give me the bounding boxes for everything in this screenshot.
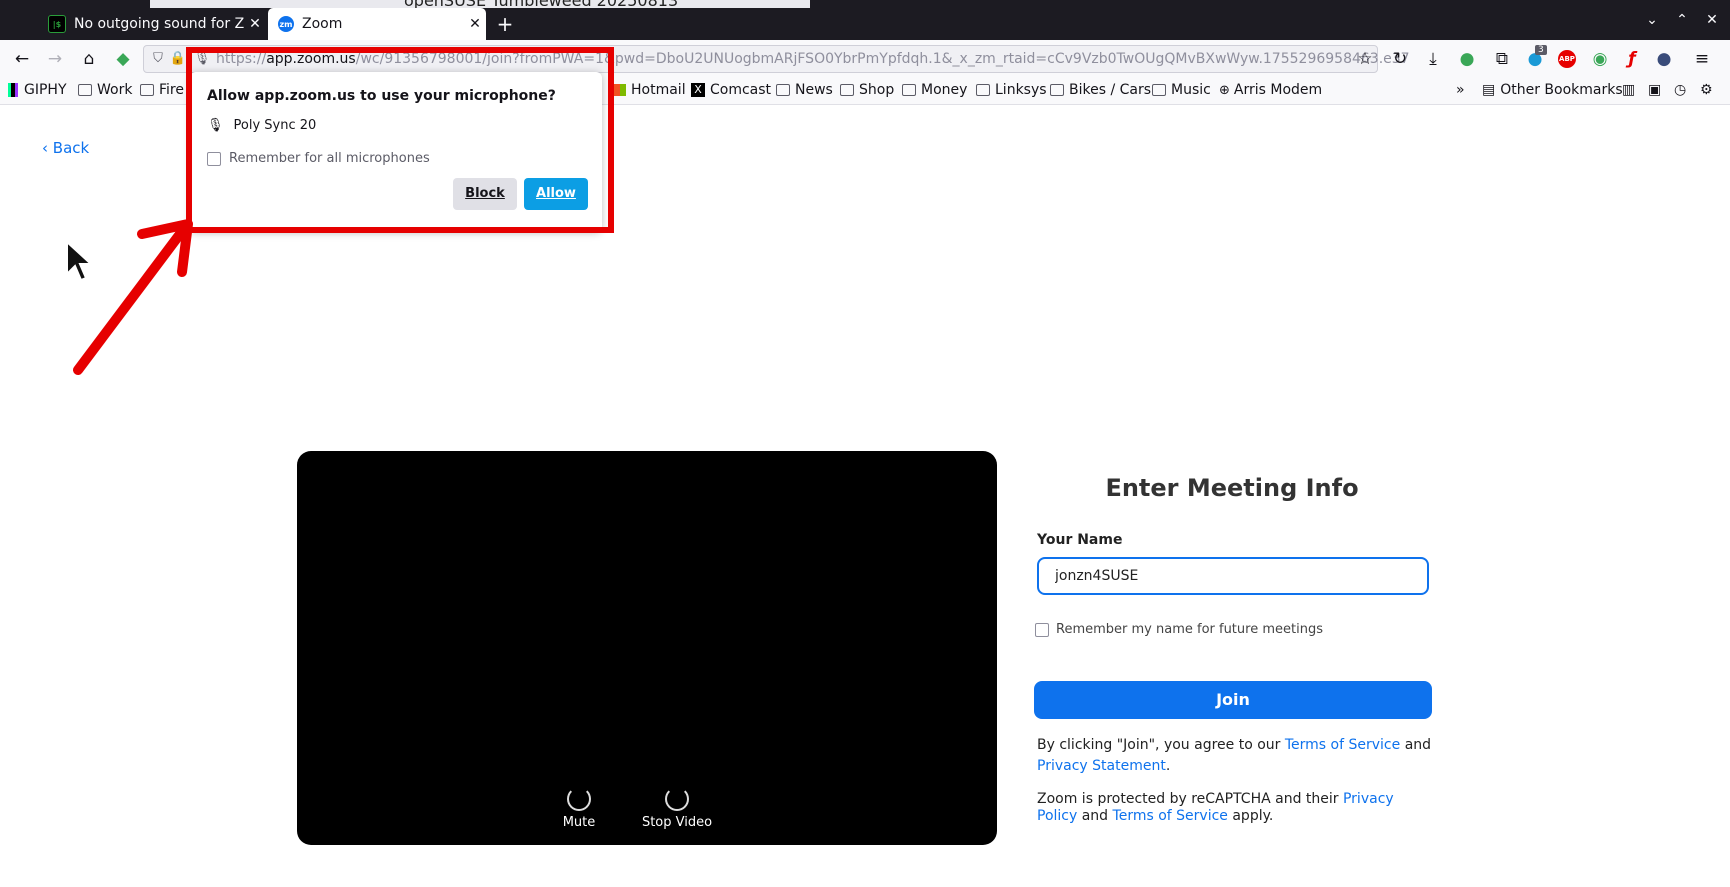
adblock-plus-icon[interactable]: ABP: [1558, 50, 1576, 68]
flash-icon[interactable]: ƒ: [1620, 48, 1644, 72]
recaptcha-notice: Zoom is protected by reCAPTCHA and their…: [1037, 791, 1394, 824]
new-tab-button[interactable]: +: [492, 12, 518, 38]
bookmarks-list-icon: ▤: [1482, 82, 1496, 98]
close-window-icon[interactable]: ✕: [1700, 12, 1724, 28]
close-tab-icon[interactable]: ✕: [464, 16, 486, 32]
forward-arrow-icon[interactable]: →: [43, 48, 67, 72]
loading-spinner-icon: [665, 787, 689, 811]
extension-circle-icon[interactable]: ◉: [1588, 48, 1612, 72]
back-arrow-icon[interactable]: ←: [10, 48, 34, 72]
block-button[interactable]: Block: [453, 178, 517, 210]
annotation-arrow-icon: [73, 219, 193, 375]
bookmark-bikes-cars[interactable]: Bikes / Cars: [1050, 82, 1151, 98]
downloads-icon[interactable]: ⤓: [1421, 48, 1445, 72]
history-clock-icon[interactable]: ◷: [1674, 82, 1686, 98]
allow-button[interactable]: Allow: [524, 178, 588, 210]
bookmark-shop[interactable]: Shop: [840, 82, 894, 98]
bookmark-money[interactable]: Money: [902, 82, 967, 98]
join-button[interactable]: Join: [1034, 681, 1432, 719]
folder-icon: [776, 84, 790, 96]
bookmark-fire[interactable]: Fire: [140, 82, 184, 98]
background-window: openSUSE Tumbleweed 20250813: [150, 0, 810, 10]
folder-icon: [976, 84, 990, 96]
home-icon[interactable]: ⌂: [77, 48, 101, 72]
folder-icon: [78, 84, 92, 96]
remember-name-label: Remember my name for future meetings: [1056, 622, 1323, 637]
folder-icon: [840, 84, 854, 96]
microphone-permission-popup: Allow app.zoom.us to use your microphone…: [190, 72, 602, 232]
your-name-input[interactable]: [1037, 557, 1429, 595]
maximize-icon[interactable]: ⌃: [1670, 12, 1694, 28]
terms-of-service-link[interactable]: Terms of Service: [1285, 737, 1400, 753]
zoom-favicon-icon: zm: [278, 16, 294, 32]
close-tab-icon[interactable]: ✕: [244, 16, 266, 32]
chevron-left-icon: ‹: [42, 139, 53, 157]
folder-icon: [902, 84, 916, 96]
folder-icon: [140, 84, 154, 96]
bookmark-music[interactable]: Music: [1152, 82, 1211, 98]
extension-badge: 3: [1535, 45, 1547, 55]
tab-title: Zoom: [302, 16, 343, 32]
recaptcha-terms-link[interactable]: Terms of Service: [1113, 808, 1228, 824]
url-text[interactable]: https://app.zoom.us/wc/91356798001/join?…: [216, 51, 1410, 67]
x-icon: X: [691, 83, 705, 97]
form-title: Enter Meeting Info: [1105, 474, 1359, 502]
other-bookmarks[interactable]: ▤ Other Bookmarks: [1482, 82, 1623, 98]
your-name-label: Your Name: [1037, 532, 1123, 548]
terms-notice: By clicking "Join", you agree to our Ter…: [1037, 737, 1432, 774]
lock-icon[interactable]: 🔒: [166, 48, 190, 72]
microphone-device: 🎙 Poly Sync 20: [207, 118, 317, 133]
remember-name-checkbox[interactable]: [1035, 622, 1049, 637]
permission-prompt-title: Allow app.zoom.us to use your microphone…: [207, 88, 556, 104]
bookmark-work[interactable]: Work: [78, 82, 132, 98]
terminal-favicon-icon: |$: [48, 15, 66, 33]
bookmark-giphy[interactable]: GIPHY: [8, 82, 67, 98]
sidebar-icon[interactable]: ▥: [1622, 82, 1635, 98]
folder-icon: [1050, 84, 1064, 96]
loading-spinner-icon: [567, 787, 591, 811]
screenshot-icon[interactable]: ▣: [1648, 82, 1661, 98]
remember-microphones-checkbox[interactable]: [207, 151, 221, 166]
microsoft-icon: [614, 84, 626, 96]
extension-green-icon[interactable]: ●: [1455, 48, 1479, 72]
settings-gear-icon[interactable]: ⚙: [1700, 82, 1713, 98]
bookmark-star-icon[interactable]: ☆: [1353, 48, 1377, 72]
back-link[interactable]: ‹ Back: [42, 139, 89, 157]
mute-button[interactable]: Mute: [555, 787, 603, 830]
list-all-tabs-icon[interactable]: ⌄: [1640, 12, 1664, 28]
bookmark-comcast[interactable]: X Comcast: [691, 82, 771, 98]
extensions-puzzle-icon[interactable]: ⧉: [1490, 48, 1514, 72]
microphone-icon: 🎙: [207, 118, 224, 133]
bookmark-linksys[interactable]: Linksys: [976, 82, 1047, 98]
extension-dark-icon[interactable]: ●: [1652, 48, 1676, 72]
folder-icon: [1152, 84, 1166, 96]
privacy-statement-link[interactable]: Privacy Statement: [1037, 758, 1166, 774]
globe-icon: ⊕: [1219, 82, 1230, 98]
more-bookmarks-chevron-icon[interactable]: »: [1456, 82, 1465, 98]
giphy-icon: [8, 83, 18, 97]
tab-title: No outgoing sound for Zo: [74, 16, 244, 32]
remember-name-option[interactable]: Remember my name for future meetings: [1035, 622, 1323, 637]
reload-icon[interactable]: ↻: [1388, 48, 1412, 72]
bookmark-arris-modem[interactable]: ⊕ Arris Modem: [1219, 82, 1322, 98]
remember-microphones-option[interactable]: Remember for all microphones: [207, 151, 430, 166]
tab-zoom[interactable]: zm Zoom ✕: [268, 8, 486, 40]
video-preview: Mute Stop Video: [297, 451, 997, 845]
tab-no-outgoing-sound[interactable]: |$ No outgoing sound for Zo ✕: [38, 8, 266, 40]
microphone-permission-icon[interactable]: 🎙: [190, 48, 214, 72]
bookmark-news[interactable]: News: [776, 82, 833, 98]
extension-leaf-icon[interactable]: ◆: [111, 48, 135, 72]
stop-video-button[interactable]: Stop Video: [627, 787, 727, 830]
bookmark-hotmail[interactable]: Hotmail: [614, 82, 686, 98]
menu-icon[interactable]: ≡: [1690, 48, 1714, 72]
